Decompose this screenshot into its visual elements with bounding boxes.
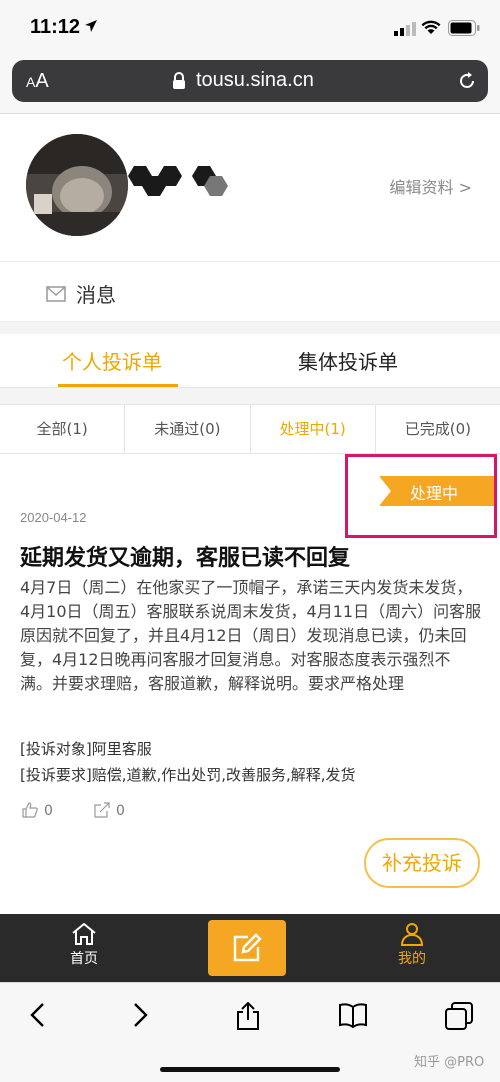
like-button[interactable]: 0 — [22, 802, 53, 819]
browser-toolbar: 知乎 @PRO — [0, 982, 500, 1082]
complaint-date: 2020-04-12 — [20, 510, 87, 525]
avatar-photo — [26, 134, 128, 236]
avatar[interactable] — [26, 134, 128, 236]
status-filter-tabs: 全部(1) 未通过(0) 处理中(1) 已完成(0) — [0, 404, 500, 454]
status-time: 11:12 — [30, 16, 81, 38]
nav-home[interactable]: 首页 — [62, 922, 106, 968]
home-indicator — [160, 1067, 340, 1072]
location-arrow-icon — [85, 20, 97, 32]
forward-icon[interactable] — [130, 1001, 150, 1029]
highlight-annotation — [345, 454, 497, 538]
nav-mine[interactable]: 我的 — [390, 922, 434, 968]
wifi-icon — [421, 20, 441, 34]
edit-icon — [233, 933, 262, 962]
bookmarks-icon[interactable] — [338, 1001, 368, 1029]
browser-bar: AA tousu.sina.cn — [0, 58, 500, 114]
complaint-title: 延期发货又逾期，客服已读不回复 — [20, 546, 351, 571]
complaint-target: [投诉对象]阿里客服 — [20, 740, 152, 758]
messages-row[interactable]: 消息 — [0, 262, 500, 322]
tab-personal-complaints[interactable]: 个人投诉单 — [62, 346, 162, 375]
edit-profile-link[interactable]: 编辑资料 > — [390, 174, 473, 198]
app-bottom-nav: 首页 我的 — [0, 914, 500, 982]
text-size-button[interactable]: AA — [26, 70, 49, 93]
status-bar: 11:12 — [0, 0, 500, 58]
like-count: 0 — [44, 803, 53, 819]
complaint-card[interactable]: 处理中 2020-04-12 延期发货又逾期，客服已读不回复 4月7日（周二）在… — [0, 454, 500, 914]
share-icon — [94, 802, 110, 818]
tab-group-complaints[interactable]: 集体投诉单 — [298, 346, 398, 375]
supplement-complaint-button[interactable]: 补充投诉 — [364, 838, 480, 888]
signal-icon — [394, 22, 416, 36]
nav-mine-label: 我的 — [398, 951, 426, 967]
filter-rejected[interactable]: 未通过(0) — [125, 405, 251, 453]
url-text: tousu.sina.cn — [196, 69, 314, 91]
mail-icon — [46, 286, 66, 302]
filter-all[interactable]: 全部(1) — [0, 405, 126, 453]
watermark: 知乎 @PRO — [414, 1055, 485, 1070]
share-count: 0 — [116, 803, 125, 819]
section-gap — [0, 322, 500, 334]
complaint-type-tabs: 个人投诉单 集体投诉单 — [0, 334, 500, 388]
share-button[interactable]: 0 — [94, 802, 125, 819]
lock-icon — [173, 72, 185, 89]
active-tab-indicator — [58, 384, 178, 387]
share-sheet-icon[interactable] — [234, 1001, 262, 1031]
back-icon[interactable] — [28, 1001, 48, 1029]
reload-icon[interactable] — [456, 70, 478, 92]
tabs-icon[interactable] — [444, 1001, 474, 1031]
battery-icon — [448, 20, 480, 36]
nickname-obscured — [128, 166, 228, 196]
profile-header: 编辑资料 > — [0, 114, 500, 262]
filter-processing[interactable]: 处理中(1) — [251, 405, 376, 453]
new-complaint-button[interactable] — [208, 920, 286, 976]
messages-label: 消息 — [76, 283, 116, 307]
complaint-demands: [投诉要求]赔偿,道歉,作出处罚,改善服务,解释,发货 — [20, 766, 356, 784]
user-icon — [400, 923, 424, 946]
address-bar[interactable]: AA tousu.sina.cn — [12, 60, 488, 102]
nav-home-label: 首页 — [70, 951, 98, 967]
section-gap — [0, 388, 500, 404]
complaint-body: 4月7日（周二）在他家买了一顶帽子，承诺三天内发货未发货，4月10日（周五）客服… — [20, 578, 482, 693]
filter-completed[interactable]: 已完成(0) — [376, 405, 500, 453]
home-icon — [72, 922, 96, 945]
thumbs-up-icon — [22, 802, 38, 818]
